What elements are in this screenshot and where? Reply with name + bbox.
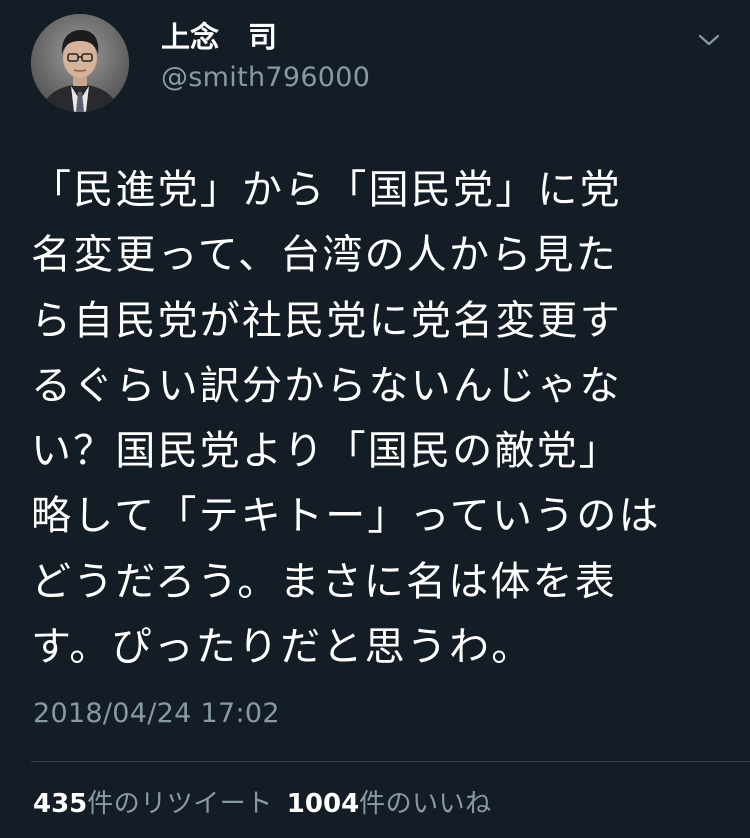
avatar-photo (31, 14, 129, 112)
tweet-text-line: い？国民党より「国民の敵党」 (31, 428, 621, 475)
likes-label: 件のいいね (359, 789, 492, 819)
tweet-text: 「民進党」から「国民党」に党 名変更って、台湾の人から見た ら自民党が社民党に党… (31, 158, 731, 680)
tweet-text-line: るぐらい訳分からないんじゃな (31, 362, 622, 409)
tweet-stats: 435件のリツイート 1004件のいいね (33, 787, 506, 821)
avatar[interactable] (31, 14, 129, 112)
likes-count: 1004 (286, 789, 360, 819)
tweet-detail: 上念 司 @smith796000 「民進党」から「国民党」に党 名変更って、台… (0, 0, 750, 838)
display-name[interactable]: 上念 司 (161, 18, 277, 56)
tweet-text-line: す。ぴったりだと思うわ。 (31, 624, 534, 671)
tweet-timestamp[interactable]: 2018/04/24 17:02 (33, 696, 280, 732)
retweets-stat[interactable]: 435件のリツイート (33, 787, 273, 821)
tweet-text-line: 「民進党」から「国民党」に党 (31, 167, 622, 213)
tweet-text-line: 名変更って、台湾の人から見た (31, 232, 618, 279)
tweet-text-line: 略して「テキトー」っていうのは (31, 493, 661, 540)
retweets-label: 件のリツイート (87, 789, 273, 819)
chevron-down-icon[interactable] (692, 26, 726, 54)
retweets-count: 435 (33, 789, 88, 819)
likes-stat[interactable]: 1004件のいいね (287, 787, 492, 821)
divider (31, 761, 750, 762)
tweet-text-line: どうだろう。まさに名は体を表 (31, 558, 617, 605)
user-handle[interactable]: @smith796000 (161, 60, 370, 96)
tweet-text-line: ら自民党が社民党に党名変更す (31, 297, 622, 344)
